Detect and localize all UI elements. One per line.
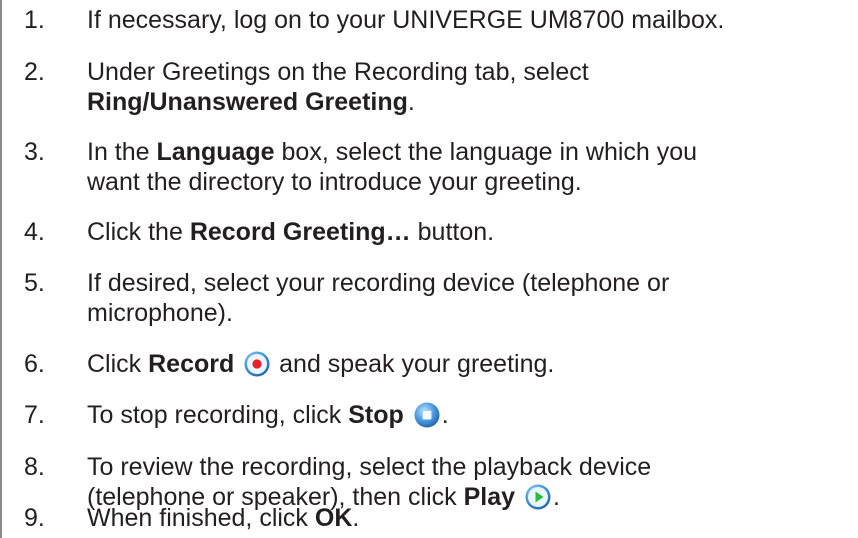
step-number: 8. [24, 453, 45, 481]
step-text: If desired, select your recording device… [87, 268, 847, 328]
step-text-span: Click [87, 350, 149, 378]
step-bold-term: Ring/Unanswered Greeting [87, 88, 408, 116]
step-text-span: . [352, 504, 360, 532]
step-text: In the Language box, select the language… [87, 137, 847, 197]
step-text-span: microphone). [87, 299, 233, 327]
step-number: 1. [24, 6, 45, 34]
step-bold-term: Record Greeting… [189, 218, 411, 246]
step-text-span: When finished, click [87, 504, 315, 532]
stop-icon [414, 402, 440, 428]
step-text: Click Record and speak your greeting. [87, 349, 847, 379]
step-text: When finished, click OK. [87, 503, 847, 533]
step-number: 5. [24, 269, 45, 297]
step-text-span: box, select the language in which you [274, 138, 698, 166]
step-bold-term: Stop [348, 401, 404, 429]
step-text-span: Click the [87, 218, 190, 246]
step-text: To stop recording, click Stop . [87, 400, 847, 430]
record-icon [244, 351, 270, 377]
step-text-span: Under Greetings on the Recording tab, se… [87, 58, 589, 86]
step-number: 9. [24, 504, 45, 532]
step-text-span: If desired, select your recording device… [87, 269, 670, 297]
step-number: 6. [24, 350, 45, 378]
step-text-span: button. [410, 218, 495, 246]
step-text-span: . [441, 401, 449, 429]
step-bold-term: Record [148, 350, 235, 378]
left-margin-rule [0, 0, 2, 538]
step-number: 3. [24, 138, 45, 166]
step-text-span: In the [87, 138, 157, 166]
step-bold-term: Language [156, 138, 275, 166]
step-text-span: To review the recording, select the play… [87, 453, 652, 481]
step-bold-term: OK [314, 504, 353, 532]
step-number: 7. [24, 401, 45, 429]
step-text-span: To stop recording, click [87, 401, 349, 429]
step-text-span: . [407, 88, 415, 116]
step-text-span: and speak your greeting. [272, 350, 555, 378]
step-text-span: If necessary, log on to your UNIVERGE UM… [87, 6, 725, 34]
step-text: Click the Record Greeting… button. [87, 217, 847, 247]
step-number: 2. [24, 58, 45, 86]
step-number: 4. [24, 218, 45, 246]
step-text: Under Greetings on the Recording tab, se… [87, 57, 847, 117]
step-text: If necessary, log on to your UNIVERGE UM… [87, 5, 847, 35]
step-text-span: want the directory to introduce your gre… [87, 168, 582, 196]
